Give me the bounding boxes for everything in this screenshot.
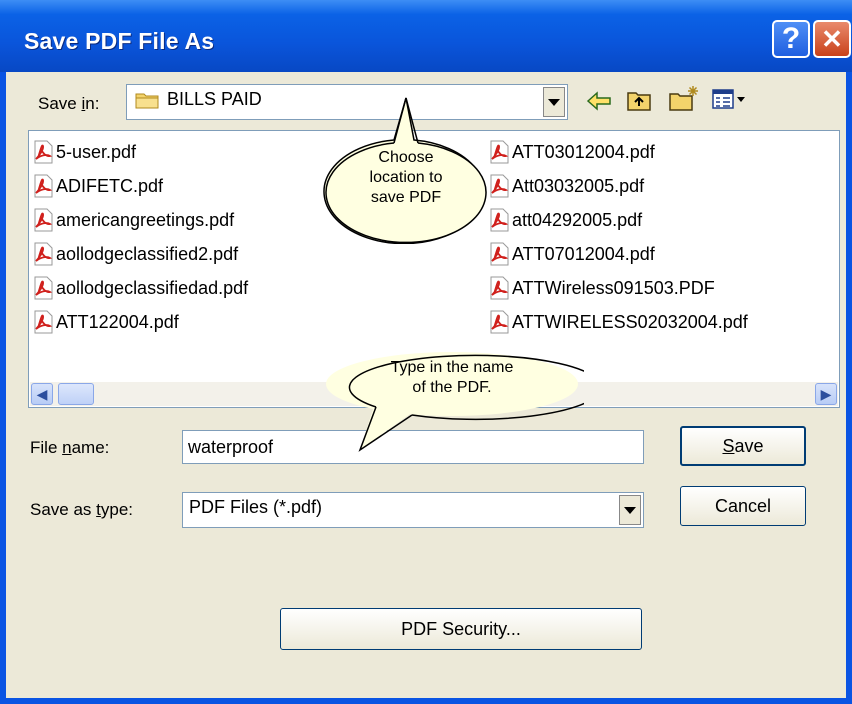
file-item[interactable]: 5-user.pdf [33, 137, 136, 167]
pdf-file-icon [34, 242, 53, 266]
pdf-file-icon [34, 276, 53, 300]
help-icon: ? [781, 22, 801, 55]
file-name: att04292005.pdf [512, 209, 643, 230]
close-button[interactable]: ✕ [813, 20, 851, 58]
scroll-right-button[interactable]: ▶ [815, 383, 837, 405]
save-dialog-window: Save PDF File As ? ✕ Save in: BILLS PAID [0, 0, 852, 704]
file-item[interactable]: aollodgeclassified2.pdf [33, 239, 238, 269]
file-name: 5-user.pdf [56, 141, 137, 162]
file-item[interactable]: ATT03012004.pdf [489, 137, 655, 167]
chevron-down-icon [548, 98, 560, 106]
file-item[interactable]: ADIFETC.pdf [33, 171, 163, 201]
file-name: ATT07012004.pdf [512, 243, 655, 264]
up-folder-icon[interactable] [626, 88, 652, 112]
save-in-dropdown-arrow[interactable] [543, 87, 565, 117]
file-name: Att03032005.pdf [512, 175, 645, 196]
file-name: americangreetings.pdf [56, 209, 235, 230]
file-item[interactable]: aollodgeclassifiedad.pdf [33, 273, 248, 303]
pdf-file-icon [34, 208, 53, 232]
chevron-left-icon: ◀ [36, 385, 48, 402]
scroll-left-button[interactable]: ◀ [31, 383, 53, 405]
file-item[interactable]: att04292005.pdf [489, 205, 642, 235]
file-name: ATT122004.pdf [56, 311, 179, 332]
file-item[interactable]: ATT07012004.pdf [489, 239, 655, 269]
pdf-file-icon [34, 310, 53, 334]
chevron-right-icon: ▶ [820, 385, 832, 402]
file-name: aollodgeclassifiedad.pdf [56, 277, 249, 298]
save-in-label: Save in: [38, 94, 100, 113]
save-button[interactable]: Save [680, 426, 806, 466]
file-item[interactable]: ATT122004.pdf [33, 307, 179, 337]
choose-location-text: Choose location to save PDF [369, 149, 443, 206]
file-item[interactable]: ATTWireless091503.PDF [489, 273, 715, 303]
file-item[interactable]: Att03032005.pdf [489, 171, 644, 201]
save-in-value: BILLS PAID [167, 89, 262, 109]
title-bar[interactable]: Save PDF File As ? ✕ [0, 0, 852, 72]
file-name: ATTWIRELESS02032004.pdf [512, 311, 748, 332]
close-icon: ✕ [821, 23, 843, 54]
file-item[interactable]: americangreetings.pdf [33, 205, 234, 235]
view-menu-icon[interactable] [712, 88, 746, 110]
chevron-down-icon [624, 506, 636, 514]
file-item[interactable]: ATTWIRELESS02032004.pdf [489, 307, 748, 337]
file-name: aollodgeclassified2.pdf [56, 243, 239, 264]
file-name: ATTWireless091503.PDF [512, 277, 715, 298]
pdf-file-icon [490, 276, 509, 300]
type-name-text: Type in the name of the PDF. [390, 359, 514, 396]
cancel-button[interactable]: Cancel [680, 486, 806, 526]
help-button[interactable]: ? [772, 20, 810, 58]
file-name: ATT03012004.pdf [512, 141, 655, 162]
scrollbar-thumb[interactable] [58, 383, 94, 405]
folder-icon [135, 93, 159, 109]
pdf-file-icon [490, 310, 509, 334]
save-as-type-dropdown-arrow[interactable] [619, 495, 641, 525]
pdf-file-icon [490, 242, 509, 266]
save-as-type-dropdown[interactable]: PDF Files (*.pdf) [182, 492, 644, 528]
pdf-file-icon [34, 140, 53, 164]
back-arrow-icon[interactable] [586, 90, 612, 112]
new-folder-icon[interactable] [668, 84, 700, 112]
save-as-type-value: PDF Files (*.pdf) [189, 497, 323, 517]
save-button-label: Save [722, 435, 764, 456]
file-name-label: File name: [30, 438, 110, 457]
pdf-security-button[interactable]: PDF Security... [280, 608, 642, 650]
save-as-type-label: Save as type: [30, 500, 134, 519]
file-name-value: waterproof [188, 437, 274, 457]
pdf-file-icon [34, 174, 53, 198]
file-name: ADIFETC.pdf [56, 175, 164, 196]
window-title: Save PDF File As [24, 28, 215, 54]
